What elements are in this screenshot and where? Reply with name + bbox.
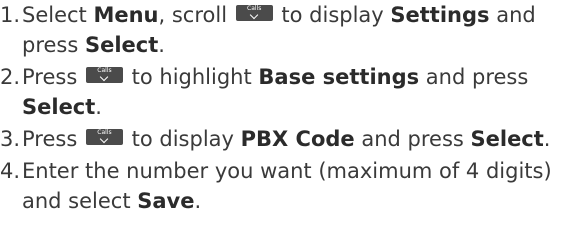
step-line: Select. (22, 92, 566, 122)
step-line: Press Calls to highlight Base settings a… (22, 62, 566, 92)
ui-keyword: Select (84, 33, 159, 57)
ui-keyword: PBX Code (240, 127, 355, 151)
instruction-text: and (489, 3, 536, 27)
ui-keyword: Select (470, 127, 544, 151)
ui-keyword: Menu (93, 3, 159, 27)
ui-keyword: Select (22, 95, 96, 119)
step-4: 4. Enter the number you want (maximum of… (0, 156, 566, 216)
chevron-down-icon (99, 72, 109, 82)
instruction-text: press (22, 33, 85, 57)
instruction-text: Enter the number you want (maximum of 4 … (22, 159, 552, 183)
step-number: 2. (0, 65, 21, 89)
step-line: and select Save. (22, 186, 566, 216)
instruction-text: . (194, 189, 202, 213)
ui-keyword: Settings (390, 3, 490, 27)
calls-scroll-down-key-icon: Calls (235, 5, 273, 21)
step-number: 4. (0, 159, 21, 183)
step-line: Press Calls to display PBX Code and pres… (22, 124, 566, 154)
instruction-text: Press (22, 65, 84, 89)
calls-scroll-down-key-icon: Calls (85, 67, 123, 83)
instruction-steps: 1. Select Menu, scroll Calls to display … (0, 0, 566, 216)
instruction-text: . (543, 127, 551, 151)
calls-scroll-down-key-icon: Calls (85, 129, 123, 145)
ui-keyword: Save (137, 189, 195, 213)
chevron-down-icon (99, 134, 109, 144)
step-number: 3. (0, 127, 21, 151)
instruction-text: and select (22, 189, 138, 213)
step-1: 1. Select Menu, scroll Calls to display … (0, 0, 566, 60)
instruction-text: to display (274, 3, 391, 27)
instruction-text: . (95, 95, 102, 119)
instruction-text: and press (354, 127, 471, 151)
step-line: Enter the number you want (maximum of 4 … (22, 156, 566, 186)
instruction-text: Select (22, 3, 94, 27)
step-line: press Select. (22, 30, 566, 60)
step-line: Select Menu, scroll Calls to display Set… (22, 0, 566, 30)
instruction-text: , scroll (158, 3, 234, 27)
instruction-text: and press (419, 65, 529, 89)
instruction-text: Press (22, 127, 84, 151)
instruction-text: to highlight (124, 65, 259, 89)
chevron-down-icon (249, 10, 258, 20)
ui-keyword: Base settings (258, 65, 420, 89)
step-2: 2. Press Calls to highlight Base setting… (0, 62, 566, 122)
step-3: 3. Press Calls to display PBX Code and p… (0, 124, 566, 154)
instruction-document: 1. Select Menu, scroll Calls to display … (0, 0, 566, 245)
instruction-text: to display (124, 127, 241, 151)
step-number: 1. (0, 3, 21, 27)
instruction-text: . (158, 33, 165, 57)
